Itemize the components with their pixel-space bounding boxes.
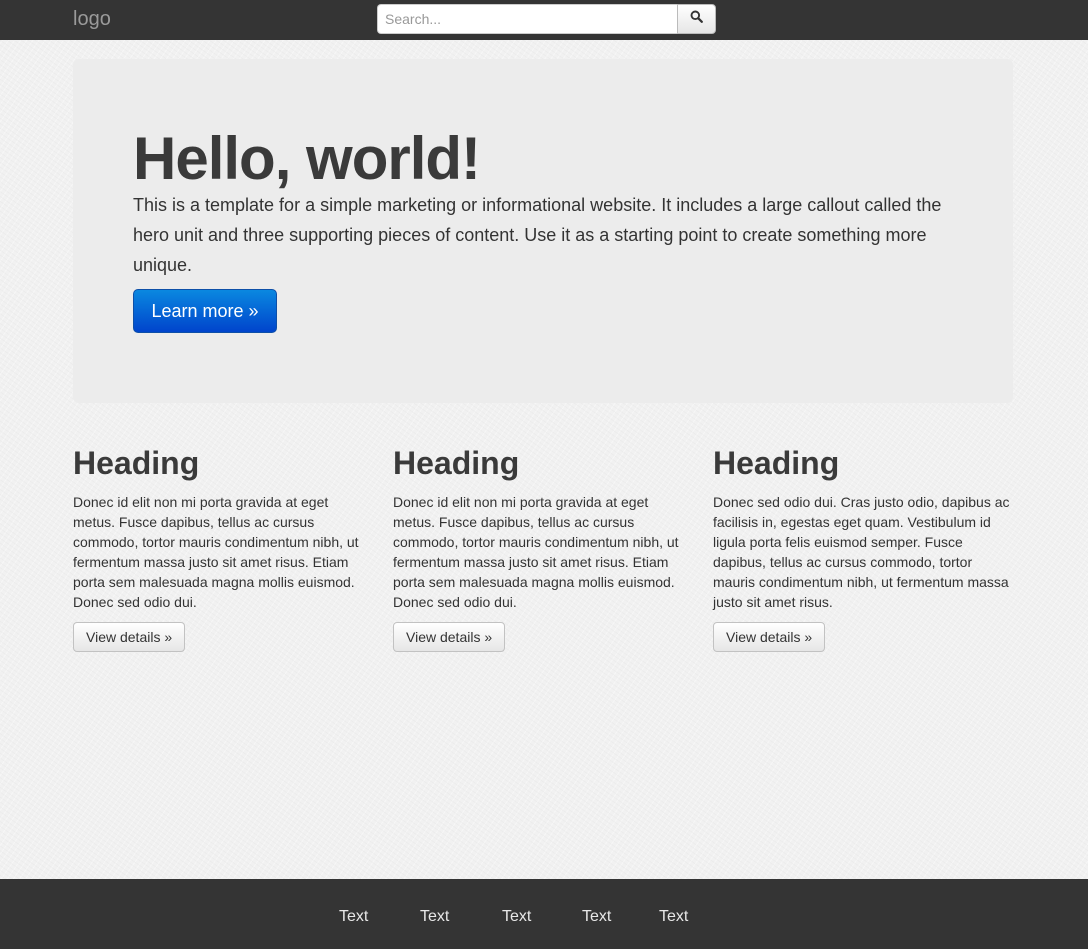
footer-link-5[interactable]: Text	[659, 907, 688, 927]
column-heading: Heading	[393, 445, 520, 481]
learn-more-button[interactable]: Learn more »	[133, 289, 277, 333]
footer: Text Text Text Text Text	[0, 879, 1088, 949]
view-details-button[interactable]: View details »	[713, 622, 826, 652]
column-heading: Heading	[713, 445, 840, 481]
top-navbar: logo	[0, 0, 1088, 40]
logo[interactable]: logo	[73, 8, 111, 30]
footer-link-2[interactable]: Text	[420, 907, 449, 927]
view-details-button[interactable]: View details »	[393, 622, 506, 652]
search-input[interactable]	[377, 4, 677, 34]
footer-link-1[interactable]: Text	[339, 907, 368, 927]
content-column-2: Heading Donec id elit non mi porta gravi…	[393, 444, 693, 652]
search-form	[377, 4, 716, 34]
column-text: Donec sed odio dui. Cras justo odio, dap…	[713, 494, 1010, 610]
footer-links: Text Text Text Text Text	[0, 879, 1088, 949]
search-icon	[690, 10, 703, 28]
view-details-button[interactable]: View details »	[73, 622, 186, 652]
hero-text: This is a template for a simple marketin…	[133, 195, 942, 275]
column-text: Donec id elit non mi porta gravida at eg…	[393, 494, 679, 610]
footer-link-3[interactable]: Text	[502, 907, 531, 927]
footer-link-4[interactable]: Text	[582, 907, 611, 927]
content-column-1: Heading Donec id elit non mi porta gravi…	[73, 444, 373, 652]
hero-title: Hello, world!	[133, 125, 481, 192]
search-button[interactable]	[677, 4, 716, 34]
column-heading: Heading	[73, 445, 200, 481]
column-text: Donec id elit non mi porta gravida at eg…	[73, 494, 359, 610]
hero-unit: Hello, world! This is a template for a s…	[73, 59, 1013, 403]
content-column-3: Heading Donec sed odio dui. Cras justo o…	[713, 444, 1013, 652]
